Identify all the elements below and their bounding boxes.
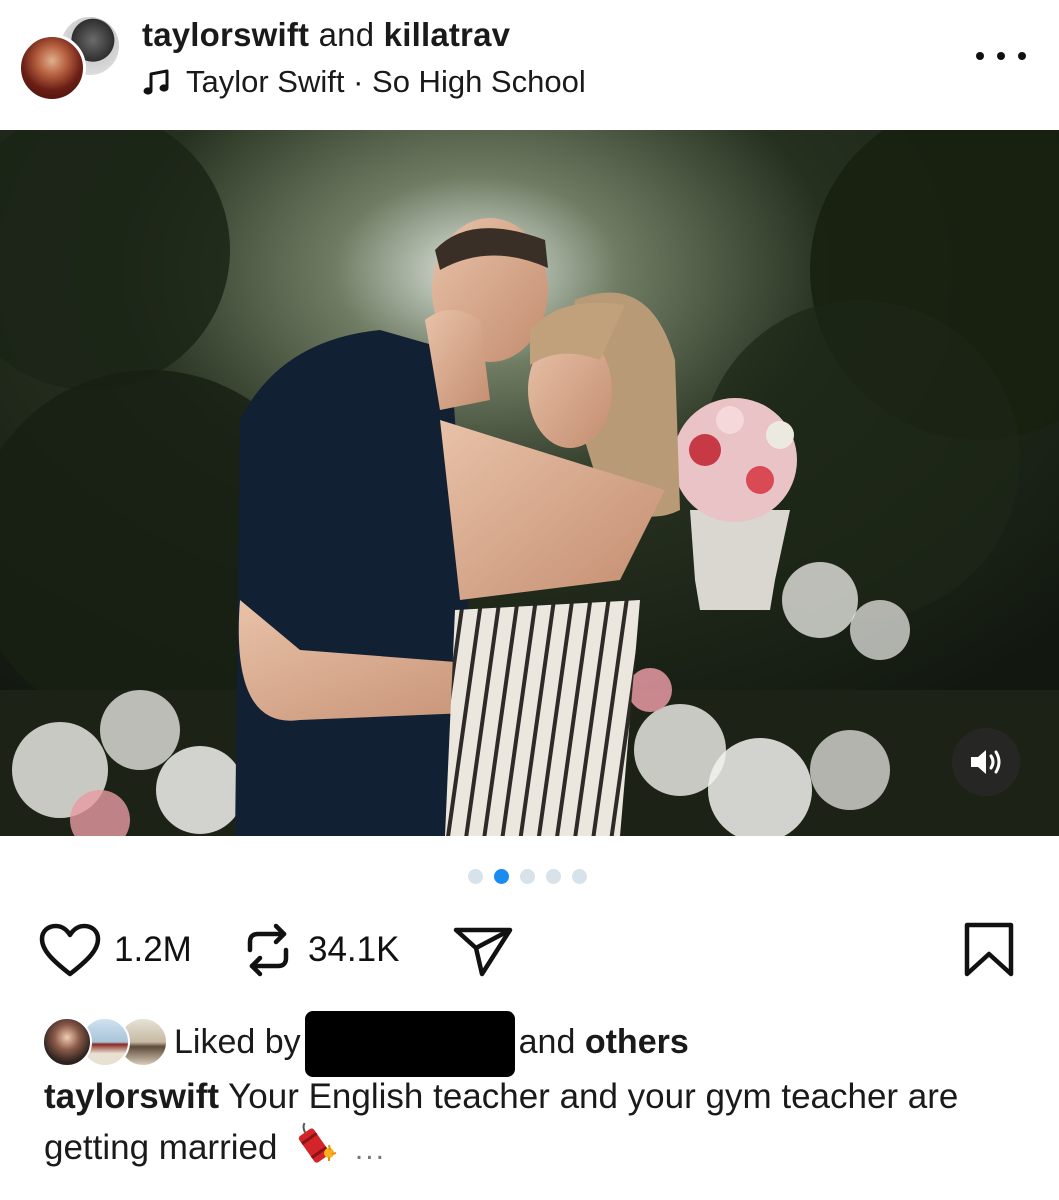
avatar bbox=[42, 1017, 92, 1067]
like-button[interactable]: 1.2M bbox=[38, 915, 192, 985]
speaker-icon bbox=[971, 750, 1001, 774]
repost-count[interactable]: 34.1K bbox=[308, 930, 399, 970]
carousel-dot bbox=[520, 869, 535, 884]
share-button[interactable] bbox=[452, 915, 514, 985]
liker-avatars[interactable] bbox=[42, 1015, 168, 1069]
audio-attribution[interactable]: Taylor Swift · So High School bbox=[142, 64, 586, 100]
liked-by-row[interactable]: Liked by and others bbox=[42, 1011, 689, 1077]
avatar-taylorswift[interactable] bbox=[18, 34, 86, 102]
repost-icon bbox=[247, 923, 289, 977]
author-link-taylorswift[interactable]: taylorswift bbox=[142, 16, 309, 53]
music-note-icon bbox=[143, 69, 169, 95]
action-bar: 1.2M 34.1K bbox=[0, 915, 1059, 985]
mute-toggle-button[interactable] bbox=[952, 728, 1020, 796]
post-photo bbox=[0, 130, 1059, 836]
firecracker-icon bbox=[298, 1122, 337, 1163]
caption-more-link[interactable]: ... bbox=[355, 1133, 386, 1166]
author-link-killatrav[interactable]: killatrav bbox=[384, 16, 511, 53]
carousel-dot bbox=[546, 869, 561, 884]
more-horizontal-icon bbox=[976, 52, 984, 60]
post-header: taylorswift and killatrav Taylor Swift ·… bbox=[0, 0, 1059, 130]
collab-avatars[interactable] bbox=[18, 12, 122, 104]
save-button[interactable] bbox=[962, 922, 1016, 983]
liked-by-prefix: Liked by bbox=[174, 1022, 301, 1061]
post-image[interactable] bbox=[0, 130, 1059, 836]
like-count[interactable]: 1.2M bbox=[114, 930, 192, 970]
repost-button[interactable]: 34.1K bbox=[240, 915, 399, 985]
redacted-username bbox=[304, 1011, 515, 1077]
post-authors: taylorswift and killatrav bbox=[142, 16, 510, 54]
carousel-dot-active bbox=[494, 869, 509, 884]
liked-by-others-link[interactable]: others bbox=[585, 1023, 689, 1062]
heart-icon bbox=[39, 923, 101, 977]
more-options-button[interactable] bbox=[976, 44, 1026, 68]
liked-by-and: and bbox=[518, 1022, 576, 1061]
post-caption: taylorswift Your English teacher and you… bbox=[44, 1075, 1034, 1172]
caption-username[interactable]: taylorswift bbox=[44, 1077, 219, 1116]
carousel-dot bbox=[468, 869, 483, 884]
song-title: Taylor Swift · So High School bbox=[186, 64, 586, 99]
carousel-dot bbox=[572, 869, 587, 884]
carousel-indicator bbox=[468, 869, 587, 884]
authors-conjunction: and bbox=[318, 16, 375, 53]
bookmark-icon bbox=[964, 922, 1014, 977]
send-icon bbox=[453, 927, 513, 977]
